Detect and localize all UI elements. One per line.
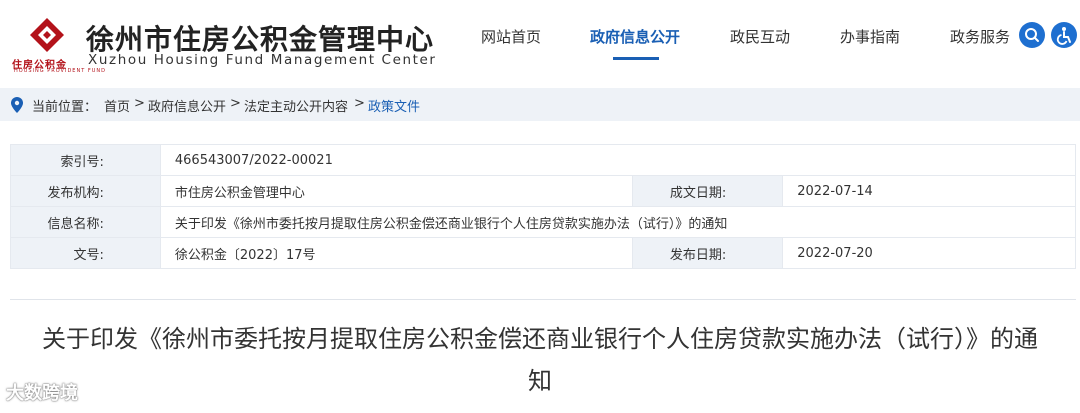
breadcrumb-separator: > xyxy=(134,96,145,111)
accessibility-button[interactable] xyxy=(1051,22,1077,48)
breadcrumb-item-home[interactable]: 首页 xyxy=(104,96,130,115)
breadcrumb-item-policy[interactable]: 政策文件 xyxy=(368,96,420,115)
breadcrumb-prefix: 当前位置： xyxy=(32,100,98,115)
docno-value: 徐公积金〔2022〕17号 xyxy=(159,237,634,269)
table-row: 发布机构: 市住房公积金管理中心 成文日期: 2022-07-14 xyxy=(10,175,1076,207)
breadcrumb-item-gov-info[interactable]: 政府信息公开 xyxy=(148,96,226,115)
table-row: 信息名称: 关于印发《徐州市委托按月提取住房公积金偿还商业银行个人住房贷款实施办… xyxy=(10,206,1077,238)
info-table: 索引号: 466543007/2022-00021 发布机构: 市住房公积金管理… xyxy=(10,144,1077,269)
name-label-cell: 信息名称: xyxy=(10,206,161,238)
search-icon xyxy=(1025,28,1039,42)
name-value: 关于印发《徐州市委托按月提取住房公积金偿还商业银行个人住房贷款实施办法（试行）》… xyxy=(159,206,1077,238)
breadcrumb-separator: > xyxy=(230,96,241,111)
nav-active-indicator xyxy=(613,57,659,60)
index-label-cell: 索引号: xyxy=(10,144,161,176)
nav-item-gov-info[interactable]: 政府信息公开 xyxy=(590,26,680,47)
watermark-text: 大数跨境 xyxy=(6,383,78,404)
published-label: 发布日期: xyxy=(669,247,727,263)
published-label-cell: 发布日期: xyxy=(632,237,784,269)
article-title: 关于印发《徐州市委托按月提取住房公积金偿还商业银行个人住房贷款实施办法（试行）》… xyxy=(42,325,1038,395)
org-value: 市住房公积金管理中心 xyxy=(159,175,634,207)
nav-item-interaction[interactable]: 政民互动 xyxy=(730,26,790,47)
docno-label-cell: 文号: xyxy=(10,237,161,269)
breadcrumb: 当前位置： 首页 > 政府信息公开 > 法定主动公开内容 > 政策文件 xyxy=(0,88,1080,121)
published-value: 2022-07-20 xyxy=(782,237,1076,269)
created-label-cell: 成文日期: xyxy=(632,175,784,207)
nav-item-home[interactable]: 网站首页 xyxy=(481,26,541,47)
table-row: 索引号: 466543007/2022-00021 xyxy=(10,144,1077,176)
site-header: 住房公积金 HOUSING PROVIDENT FUND 徐州市住房公积金管理中… xyxy=(0,0,1080,88)
logo-tiny-text: HOUSING PROVIDENT FUND xyxy=(14,68,106,74)
breadcrumb-item-mandatory[interactable]: 法定主动公开内容 xyxy=(244,96,348,115)
accessibility-icon xyxy=(1056,27,1071,45)
search-button[interactable] xyxy=(1019,22,1045,48)
breadcrumb-separator: > xyxy=(354,96,365,111)
logo-icon[interactable] xyxy=(28,16,66,54)
created-value: 2022-07-14 xyxy=(782,175,1076,207)
location-pin-icon xyxy=(11,97,23,113)
index-value: 466543007/2022-00021 xyxy=(159,144,1077,176)
org-label-cell: 发布机构: xyxy=(10,175,161,207)
nav-item-services[interactable]: 政务服务 xyxy=(950,26,1010,47)
org-label: 发布机构: xyxy=(47,185,104,201)
docno-label: 文号: xyxy=(73,247,104,263)
created-label: 成文日期: xyxy=(669,185,727,201)
name-label: 信息名称: xyxy=(47,216,104,232)
divider xyxy=(10,299,1076,300)
index-label: 索引号: xyxy=(60,154,104,170)
nav-item-guide[interactable]: 办事指南 xyxy=(840,26,900,47)
site-title-en: Xuzhou Housing Fund Management Center xyxy=(88,52,437,68)
table-row: 文号: 徐公积金〔2022〕17号 发布日期: 2022-07-20 xyxy=(10,237,1076,269)
